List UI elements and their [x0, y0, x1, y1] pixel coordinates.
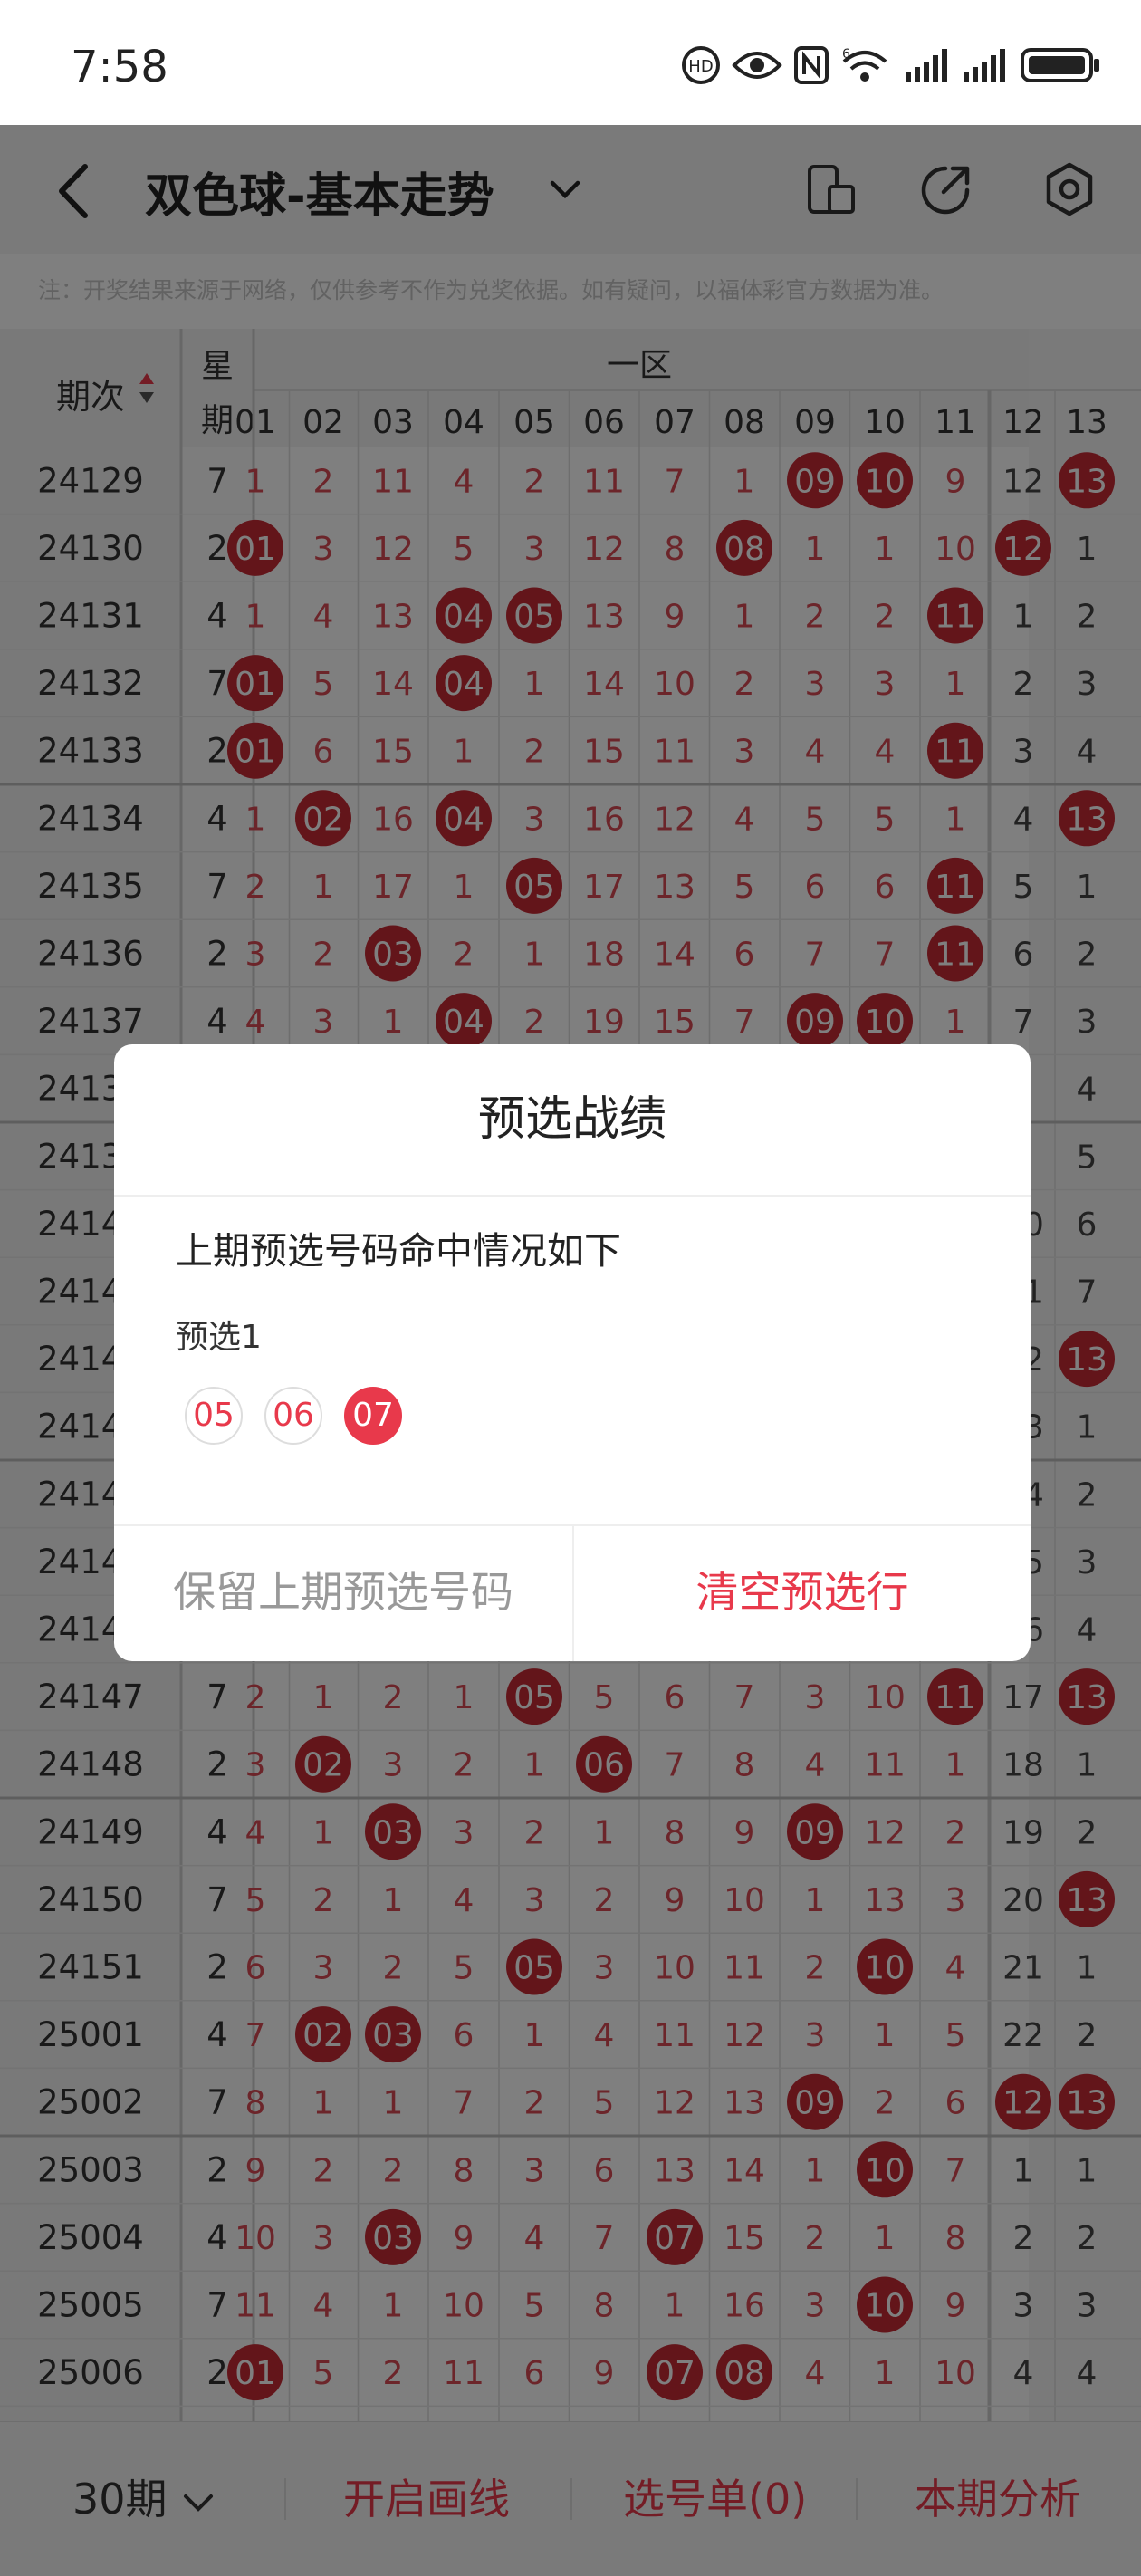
svg-text:6: 6 — [842, 47, 850, 62]
divider — [114, 1195, 1031, 1197]
keep-previous-button[interactable]: 保留上期预选号码 — [114, 1524, 572, 1661]
preselected-ball-hit: 07 — [344, 1387, 402, 1445]
eye-icon — [732, 52, 782, 79]
status-time: 7:58 — [71, 42, 168, 92]
app-screen: 双色球-基本走势 注：开奖结果来源于网络，仅供参考不作为兑奖依据。如有疑问，以福… — [0, 125, 1141, 2576]
clear-preselection-button[interactable]: 清空预选行 — [574, 1524, 1031, 1661]
preselected-ball: 06 — [264, 1387, 322, 1445]
svg-text:HD: HD — [688, 57, 713, 76]
signal-icon — [906, 49, 947, 82]
status-icons: HD 6 — [681, 45, 1101, 85]
battery-icon — [1021, 48, 1099, 82]
status-bar: 7:58 HD 6 — [0, 0, 1141, 125]
signal-icon — [964, 49, 1005, 82]
dialog-title: 预选战绩 — [477, 1092, 666, 1147]
wifi-6-icon: 6 — [842, 47, 887, 82]
hd-icon: HD — [682, 46, 720, 84]
dialog-subtitle: 上期预选号码命中情况如下 — [176, 1229, 621, 1273]
preselection-record-dialog: 预选战绩 上期预选号码命中情况如下 预选1 05 06 07 保留上期预选号码 … — [114, 1044, 1031, 1661]
nfc-icon — [794, 46, 829, 84]
preset-label: 预选1 — [176, 1319, 262, 1356]
preselected-ball: 05 — [185, 1387, 243, 1445]
